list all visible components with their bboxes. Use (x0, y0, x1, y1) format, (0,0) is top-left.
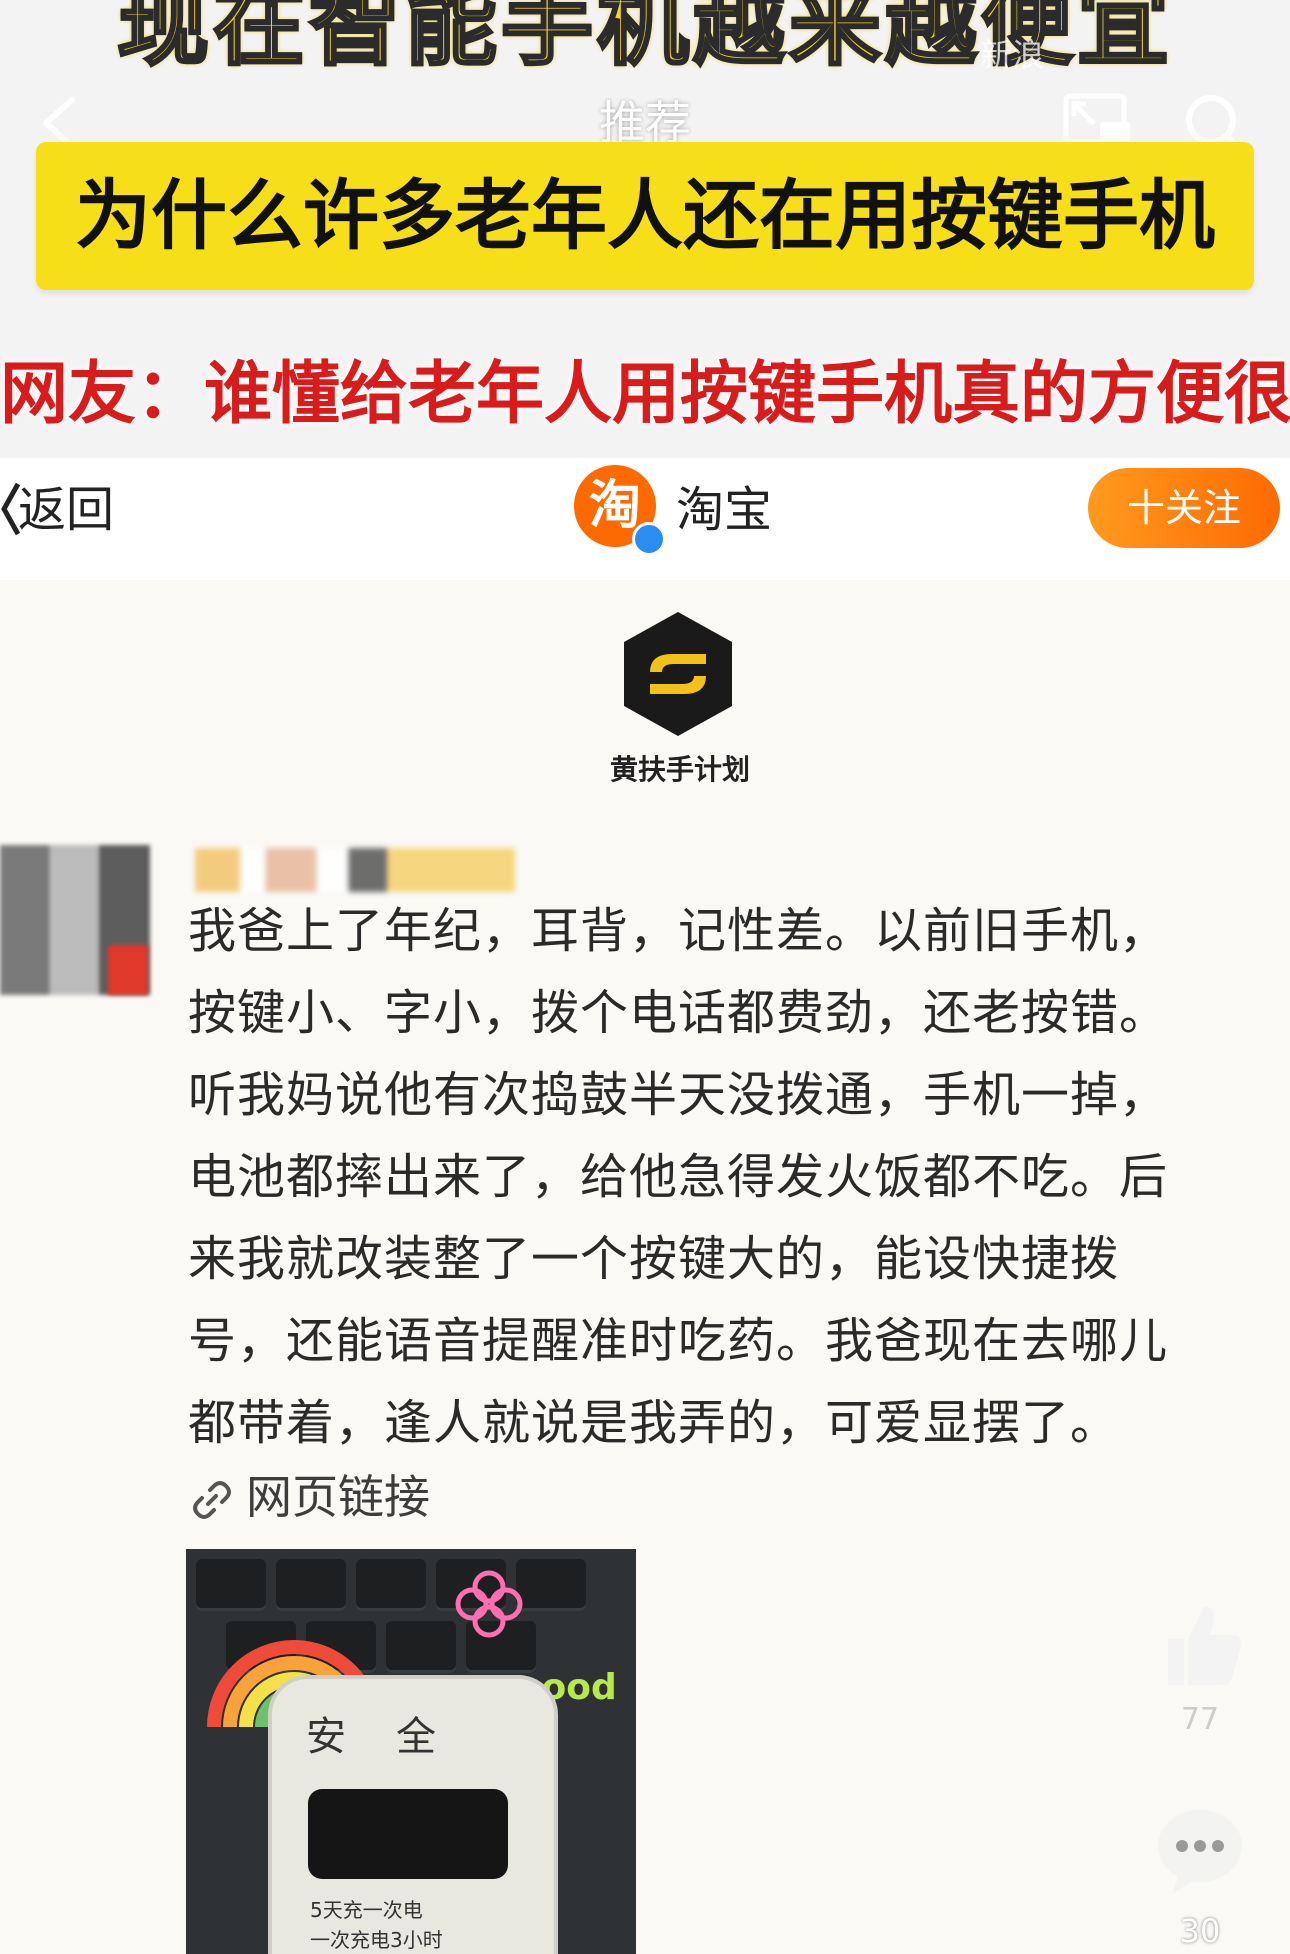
comment-bubble-icon[interactable] (1150, 1800, 1250, 1900)
web-link[interactable]: 网页链接 (190, 1462, 510, 1532)
link-icon (190, 1478, 234, 1522)
keyboard-key (386, 1621, 456, 1673)
like-count: 77 (1180, 1702, 1220, 1737)
account-name[interactable]: 淘宝 (676, 470, 826, 550)
phone-note: 5天充一次电 一次充电3小时 (310, 1895, 470, 1954)
phone-note-line: 一次充电3小时 (310, 1928, 443, 1952)
red-subtitle: 网友：谁懂给老年人用按键手机真的方便很多 (0, 355, 1290, 434)
username-blurred[interactable] (195, 848, 515, 892)
source-watermark: 新浪 (980, 36, 1045, 74)
like-thumb-icon[interactable] (1150, 1595, 1250, 1695)
flower-sticker-icon (455, 1570, 523, 1638)
keyboard-key (276, 1559, 346, 1611)
phone-note-line: 5天充一次电 (310, 1898, 423, 1922)
comment-line: 听我妈说他有次捣鼓半天没拨通，手机一掉， (188, 1067, 1169, 1123)
keyboard-key (356, 1559, 426, 1611)
keyboard-key (516, 1559, 586, 1611)
comment-line: 来我就改装整了一个按键大的，能设快捷拨 (188, 1231, 1120, 1287)
phone-screen (308, 1789, 508, 1879)
web-link-label: 网页链接 (246, 1470, 430, 1524)
yellow-title-text: 为什么许多老年人还在用按键手机 (75, 171, 1215, 260)
comment-line: 都带着，逢人就说是我弄的，可爱显摆了。 (188, 1395, 1120, 1451)
program-name: 黄扶手计划 (609, 753, 750, 786)
comment-line: 电池都摔出来了，给他急得发火饭都不吃。后 (188, 1149, 1169, 1205)
follow-button[interactable]: 十关注 (1088, 468, 1280, 548)
program-logo-icon (620, 610, 736, 738)
comment-line: 按键小、字小，拨个电话都费劲，还老按错。 (188, 985, 1169, 1041)
comment-line: 号，还能语音提醒准时吃药。我爸现在去哪儿 (188, 1313, 1169, 1369)
comment-photo[interactable]: mood 安全 5天充一次电 一次充电3小时 (186, 1549, 636, 1954)
back-button[interactable]: 返回 (18, 470, 138, 550)
comment-count: 30 (1179, 1912, 1221, 1950)
comment-body: 我爸上了年纪，耳背，记性差。以前旧手机， 按键小、字小，拨个电话都费劲，还老按错… (188, 890, 1290, 1464)
phone-label: 安全 (306, 1714, 486, 1760)
chevron-left-icon[interactable] (0, 478, 21, 540)
verified-badge-icon (632, 522, 666, 556)
comment-line: 我爸上了年纪，耳背，记性差。以前旧手机， (188, 903, 1169, 959)
avatar-detail (108, 945, 148, 995)
keyboard-key (196, 1559, 266, 1611)
